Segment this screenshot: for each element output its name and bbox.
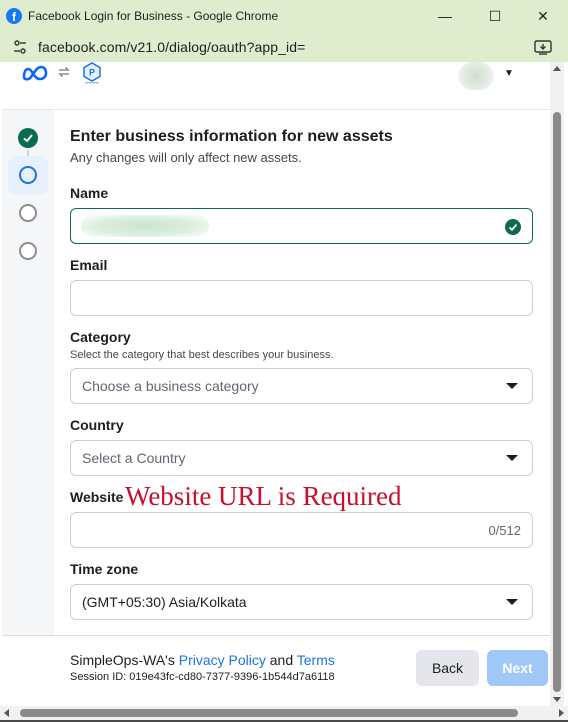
- caret-down-icon[interactable]: ▼: [504, 68, 514, 79]
- dialog-header: P ▼: [2, 62, 550, 110]
- minimize-button[interactable]: —: [422, 0, 468, 32]
- maximize-icon: ☐: [488, 7, 502, 24]
- check-circle-icon: [18, 128, 38, 148]
- name-input[interactable]: [70, 208, 533, 244]
- step-pending-circle-icon: [19, 204, 37, 222]
- close-icon: ✕: [537, 7, 549, 24]
- sync-icon: [58, 66, 70, 78]
- scroll-up-icon[interactable]: [553, 66, 561, 71]
- valid-check-icon: [505, 219, 521, 235]
- privacy-policy-link[interactable]: Privacy Policy: [179, 652, 266, 668]
- dialog-footer: SimpleOps-WA's Privacy Policy and Terms …: [2, 635, 550, 705]
- meta-logo-icon: [22, 65, 48, 81]
- account-avatar[interactable]: [458, 62, 494, 90]
- url-text[interactable]: facebook.com/v21.0/dialog/oauth?app_id=: [38, 39, 305, 55]
- website-required-annotation: Website URL is Required: [125, 481, 402, 511]
- horizontal-scrollbar[interactable]: [0, 706, 568, 720]
- back-button[interactable]: Back: [416, 650, 479, 686]
- timezone-select[interactable]: (GMT+05:30) Asia/Kolkata: [70, 584, 533, 620]
- terms-link[interactable]: Terms: [297, 652, 335, 668]
- vertical-scrollbar[interactable]: [550, 62, 564, 706]
- website-input[interactable]: 0/512: [70, 512, 533, 548]
- email-input[interactable]: [70, 280, 533, 316]
- form-title: Enter business information for new asset…: [70, 128, 393, 145]
- install-app-icon[interactable]: [534, 39, 552, 55]
- window-titlebar: f Facebook Login for Business - Google C…: [0, 0, 568, 32]
- step-pending-circle-icon: [19, 242, 37, 260]
- form-subtitle: Any changes will only affect new assets.: [70, 150, 302, 165]
- scroll-left-icon[interactable]: [4, 709, 9, 717]
- website-label: Website: [70, 489, 124, 505]
- url-value: facebook.com/v21.0/dialog/oauth?app_id=: [38, 39, 306, 55]
- vertical-scroll-thumb[interactable]: [553, 112, 561, 692]
- app-logo-icon: P: [83, 62, 101, 84]
- timezone-value: (GMT+05:30) Asia/Kolkata: [82, 594, 247, 610]
- category-placeholder: Choose a business category: [82, 378, 259, 394]
- redacted-name-value: [81, 215, 209, 237]
- minimize-icon: —: [438, 8, 452, 24]
- country-select[interactable]: Select a Country: [70, 440, 533, 476]
- category-select[interactable]: Choose a business category: [70, 368, 533, 404]
- maximize-button[interactable]: ☐: [472, 0, 518, 32]
- window-title: Facebook Login for Business - Google Chr…: [28, 9, 279, 23]
- scroll-right-icon[interactable]: [559, 709, 564, 717]
- scroll-down-icon[interactable]: [553, 697, 561, 702]
- country-label: Country: [70, 417, 124, 433]
- app-name: SimpleOps-WA's: [70, 652, 175, 668]
- horizontal-scroll-thumb[interactable]: [20, 709, 518, 717]
- address-bar[interactable]: facebook.com/v21.0/dialog/oauth?app_id=: [0, 32, 568, 62]
- progress-stepper: [2, 110, 54, 635]
- tune-icon[interactable]: [12, 39, 28, 55]
- close-window-button[interactable]: ✕: [520, 0, 566, 32]
- facebook-icon: f: [6, 8, 22, 24]
- step-active-circle-icon: [19, 166, 37, 184]
- category-label: Category: [70, 329, 131, 345]
- legal-text: SimpleOps-WA's Privacy Policy and Terms: [70, 652, 335, 668]
- svg-text:P: P: [89, 68, 95, 78]
- next-button[interactable]: Next: [487, 650, 548, 686]
- chevron-down-icon: [506, 455, 518, 461]
- website-char-counter: 0/512: [488, 523, 521, 538]
- email-label: Email: [70, 257, 108, 273]
- chevron-down-icon: [506, 383, 518, 389]
- session-id: Session ID: 019e43fc-cd80-7377-9396-1b54…: [70, 671, 335, 683]
- name-label: Name: [70, 185, 109, 201]
- chevron-down-icon: [506, 599, 518, 605]
- and-text: and: [269, 652, 294, 668]
- timezone-label: Time zone: [70, 561, 139, 577]
- category-hint: Select the category that best describes …: [70, 349, 334, 361]
- country-placeholder: Select a Country: [82, 450, 186, 466]
